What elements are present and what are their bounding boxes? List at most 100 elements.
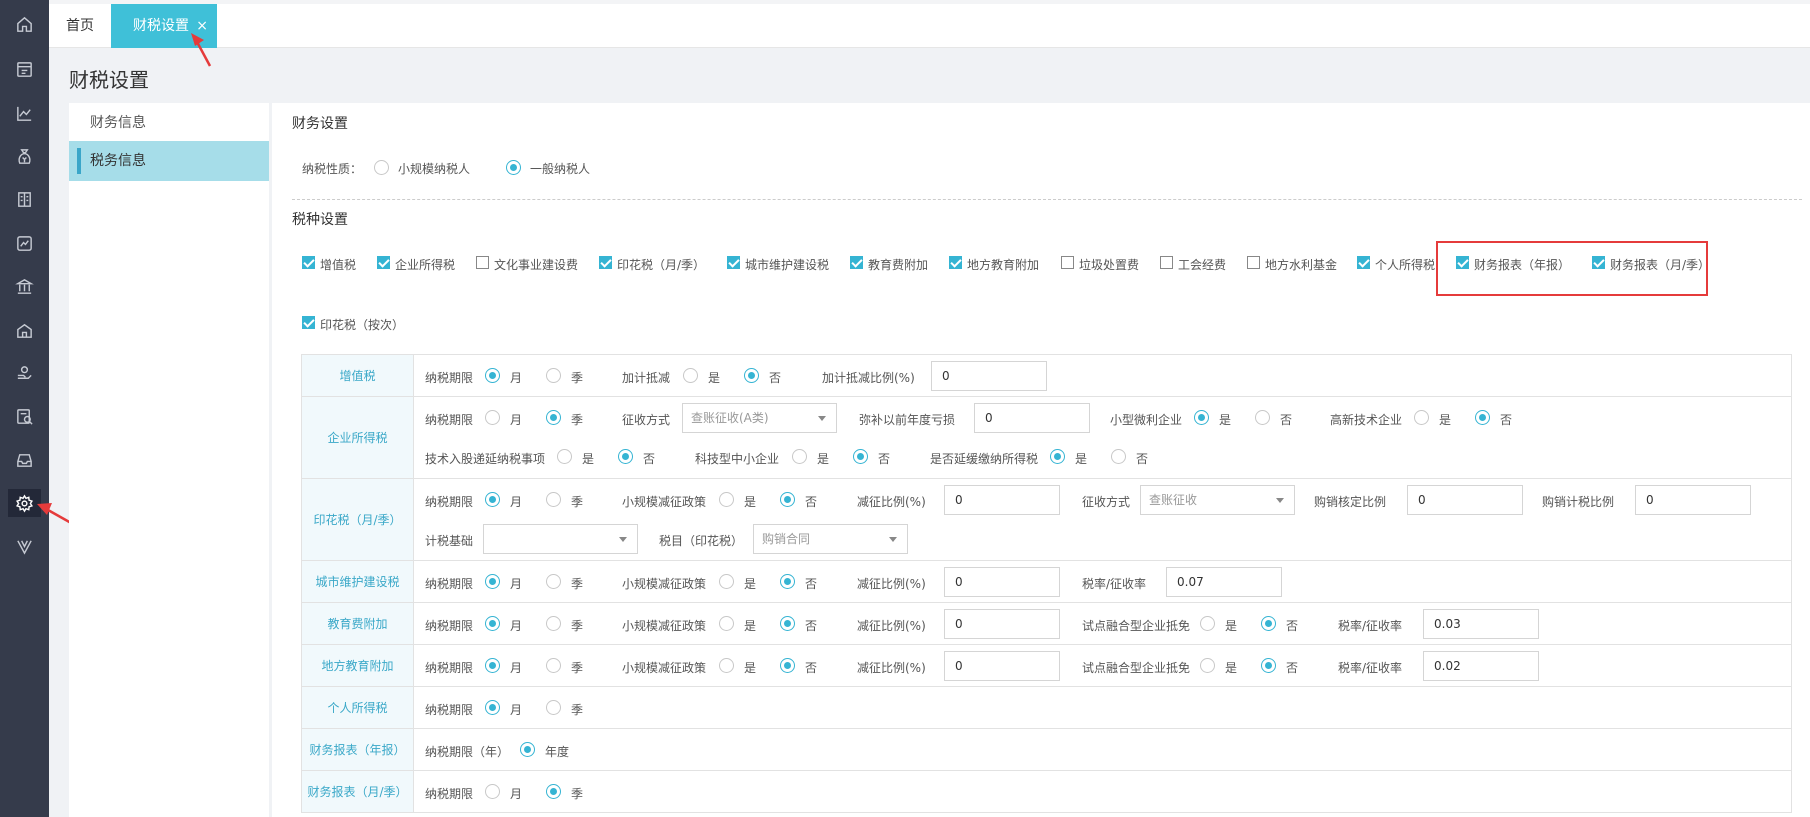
reduce-ratio-input[interactable]: 0 bbox=[944, 485, 1060, 515]
high-tech-no-radio[interactable] bbox=[1475, 410, 1490, 425]
pilot-no-radio[interactable] bbox=[1261, 616, 1276, 631]
period-quarter-radio[interactable] bbox=[546, 658, 561, 673]
deduct-no-radio[interactable] bbox=[744, 368, 759, 383]
purchase-ratio-input[interactable]: 0 bbox=[1407, 485, 1523, 515]
small-policy-no-radio[interactable] bbox=[780, 658, 795, 673]
defer-label: 是否延缓缴纳所得税 bbox=[930, 452, 1039, 466]
small-policy-no-radio[interactable] bbox=[780, 574, 795, 589]
small-policy-yes-radio[interactable] bbox=[719, 492, 734, 507]
checkbox-culture-fee[interactable] bbox=[476, 256, 489, 269]
period-quarter-radio[interactable] bbox=[546, 492, 561, 507]
small-micro-no-radio[interactable] bbox=[1255, 410, 1270, 425]
radio-label: 月 bbox=[510, 495, 523, 509]
period-quarter-radio[interactable] bbox=[546, 368, 561, 383]
period-quarter-radio[interactable] bbox=[546, 410, 561, 425]
tab-home[interactable]: 首页 bbox=[49, 4, 111, 48]
invoice-search-icon[interactable] bbox=[8, 402, 41, 430]
checkbox-water-fund[interactable] bbox=[1247, 256, 1260, 269]
loss-input[interactable]: 0 bbox=[974, 403, 1090, 433]
row-name: 财务报表（年报） bbox=[302, 729, 414, 770]
small-policy-yes-radio[interactable] bbox=[719, 658, 734, 673]
tech-share-no-radio[interactable] bbox=[618, 449, 633, 464]
period-quarter-radio[interactable] bbox=[546, 574, 561, 589]
period-month-radio[interactable] bbox=[485, 658, 500, 673]
reduce-ratio-input[interactable]: 0 bbox=[944, 651, 1060, 681]
tech-sme-label: 科技型中小企业 bbox=[695, 452, 780, 466]
radio-label: 是 bbox=[1225, 619, 1238, 633]
taxpayer-general-radio[interactable] bbox=[506, 160, 521, 175]
checkbox-edu-surcharge[interactable] bbox=[850, 256, 863, 269]
table-row-cit: 企业所得税 纳税期限 月 季 征收方式 查账征收(A类) 弥补以前年度亏损 0 … bbox=[301, 397, 1792, 479]
v-logo-icon[interactable] bbox=[8, 532, 41, 560]
rate-input[interactable]: 0.02 bbox=[1423, 651, 1539, 681]
tech-share-yes-radio[interactable] bbox=[557, 449, 572, 464]
checkbox-vat[interactable] bbox=[302, 256, 315, 269]
checkbox-stamp-monthly[interactable] bbox=[599, 256, 612, 269]
hand-coin-icon[interactable] bbox=[8, 359, 41, 387]
period-month-radio[interactable] bbox=[485, 368, 500, 383]
small-policy-yes-radio[interactable] bbox=[719, 574, 734, 589]
tech-share-label: 技术入股递延纳税事项 bbox=[425, 452, 546, 466]
checkbox-union-fee[interactable] bbox=[1160, 256, 1173, 269]
sub-menu-item-finance-info[interactable]: 财务信息 bbox=[69, 103, 269, 143]
tech-sme-yes-radio[interactable] bbox=[792, 449, 807, 464]
tax-ratio-input[interactable]: 0 bbox=[1635, 485, 1751, 515]
checkbox-cit[interactable] bbox=[377, 256, 390, 269]
method-select[interactable]: 查账征收 bbox=[1140, 485, 1295, 515]
basis-select[interactable] bbox=[483, 524, 638, 554]
checkbox-garbage-fee[interactable] bbox=[1061, 256, 1074, 269]
checkbox-stamp-per-time[interactable] bbox=[302, 316, 315, 329]
pilot-yes-radio[interactable] bbox=[1200, 658, 1215, 673]
small-policy-yes-radio[interactable] bbox=[719, 616, 734, 631]
pilot-yes-radio[interactable] bbox=[1200, 616, 1215, 631]
deduct-yes-radio[interactable] bbox=[683, 368, 698, 383]
period-quarter-radio[interactable] bbox=[546, 784, 561, 799]
report-icon[interactable] bbox=[8, 229, 41, 257]
high-tech-yes-radio[interactable] bbox=[1414, 410, 1429, 425]
home-icon[interactable] bbox=[8, 10, 41, 38]
reduce-ratio-input[interactable]: 0 bbox=[944, 567, 1060, 597]
period-quarter-radio[interactable] bbox=[546, 700, 561, 715]
tech-sme-no-radio[interactable] bbox=[853, 449, 868, 464]
period-month-radio[interactable] bbox=[485, 784, 500, 799]
ledger-icon[interactable] bbox=[8, 185, 41, 213]
radio-label: 否 bbox=[1136, 452, 1149, 466]
radio-label: 季 bbox=[571, 787, 584, 801]
period-year-radio[interactable] bbox=[520, 742, 535, 757]
period-month-radio[interactable] bbox=[485, 700, 500, 715]
checkbox-city-tax[interactable] bbox=[727, 256, 740, 269]
chart-line-icon[interactable] bbox=[8, 99, 41, 127]
voucher-icon[interactable] bbox=[8, 55, 41, 83]
radio-label: 是 bbox=[744, 577, 757, 591]
period-month-radio[interactable] bbox=[485, 492, 500, 507]
small-micro-yes-radio[interactable] bbox=[1194, 410, 1209, 425]
method-select[interactable]: 查账征收(A类) bbox=[682, 403, 837, 433]
period-month-radio[interactable] bbox=[485, 574, 500, 589]
deduct-ratio-input[interactable]: 0 bbox=[931, 361, 1047, 391]
radio-label: 否 bbox=[878, 452, 891, 466]
loss-label: 弥补以前年度亏损 bbox=[859, 413, 956, 427]
bank-icon[interactable] bbox=[8, 272, 41, 300]
pilot-no-radio[interactable] bbox=[1261, 658, 1276, 673]
small-policy-no-radio[interactable] bbox=[780, 616, 795, 631]
period-month-radio[interactable] bbox=[485, 616, 500, 631]
inbox-icon[interactable] bbox=[8, 446, 41, 474]
radio-label: 季 bbox=[571, 619, 584, 633]
money-bag-icon[interactable] bbox=[8, 142, 41, 170]
sub-menu-item-tax-info[interactable]: 税务信息 bbox=[69, 141, 269, 181]
small-policy-no-radio[interactable] bbox=[780, 492, 795, 507]
checkbox-local-edu[interactable] bbox=[949, 256, 962, 269]
taxpayer-small-radio[interactable] bbox=[374, 160, 389, 175]
reduce-ratio-input[interactable]: 0 bbox=[944, 609, 1060, 639]
defer-no-radio[interactable] bbox=[1111, 449, 1126, 464]
rate-input[interactable]: 0.03 bbox=[1423, 609, 1539, 639]
checkbox-pit[interactable] bbox=[1357, 256, 1370, 269]
item-select[interactable]: 购销合同 bbox=[753, 524, 908, 554]
rate-input[interactable]: 0.07 bbox=[1166, 567, 1282, 597]
period-month-radio[interactable] bbox=[485, 410, 500, 425]
defer-yes-radio[interactable] bbox=[1050, 449, 1065, 464]
period-label: 纳税期限 bbox=[425, 495, 474, 509]
building-icon[interactable] bbox=[8, 316, 41, 344]
period-quarter-radio[interactable] bbox=[546, 616, 561, 631]
radio-label: 季 bbox=[571, 577, 584, 591]
